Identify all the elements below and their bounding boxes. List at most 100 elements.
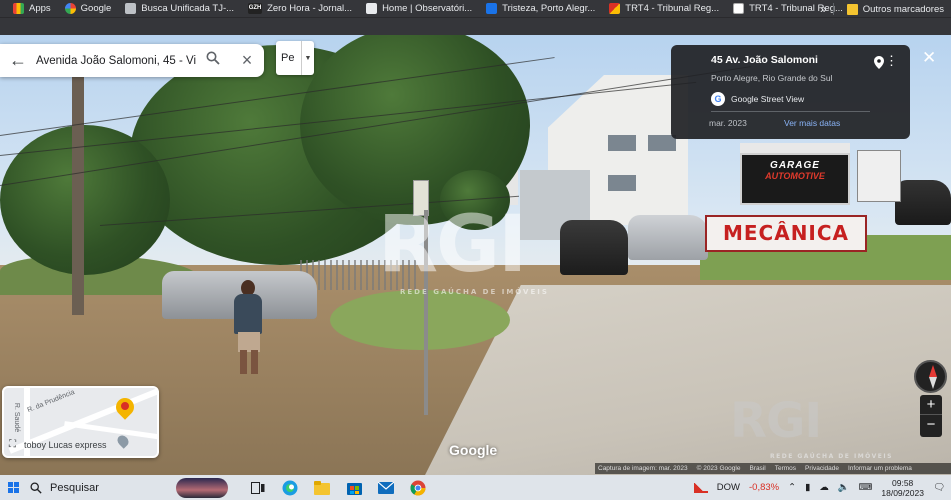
volume-icon[interactable]: 🔈	[838, 482, 850, 493]
chevron-down-icon: ▼	[301, 41, 314, 75]
bookmarks-bar: Apps Google Busca Unificada TJ-... GZH Ze…	[0, 0, 951, 18]
map-pin-icon[interactable]	[874, 56, 884, 72]
compass-icon[interactable]	[914, 360, 947, 393]
task-view-icon[interactable]	[242, 475, 274, 500]
bookmark-zero-hora[interactable]: GZH Zero Hora - Jornal...	[241, 0, 359, 17]
close-icon[interactable]: ×	[230, 50, 264, 71]
keyboard-icon[interactable]: ⌨	[859, 482, 873, 493]
bookmark-google[interactable]: Google	[58, 0, 119, 17]
clock[interactable]: 09:58 18/09/2023	[881, 478, 924, 498]
bookmark-label: Zero Hora - Jornal...	[267, 3, 353, 14]
taskbar-search[interactable]: Pesquisar	[26, 475, 176, 500]
place-label: toboy Lucas express	[24, 440, 107, 450]
search-label: Pesquisar	[50, 481, 99, 494]
more-dates-link[interactable]: Ver mais datas	[784, 118, 840, 128]
bookmark-label: Apps	[29, 3, 51, 14]
language-value: Pe	[281, 52, 295, 64]
search-icon	[30, 481, 42, 494]
garage-sign: GARAGE AUTOMOTIVE	[740, 153, 850, 205]
bookmark-label: Busca Unificada TJ-...	[141, 3, 235, 14]
pegman-dot	[121, 402, 129, 410]
back-arrow-icon[interactable]: ←	[0, 50, 36, 71]
minimap[interactable]: R. da Prudência R. Saudé ⛶ toboy Lucas e…	[2, 386, 159, 458]
search-box: ← Avenida João Salomoni, 45 - Vi ×	[0, 44, 264, 77]
trt-icon	[609, 3, 621, 14]
terms-link[interactable]: Termos	[775, 465, 796, 472]
source-row: G Google Street View	[711, 92, 900, 106]
pedestrian	[228, 280, 268, 375]
chrome-icon[interactable]	[402, 475, 434, 500]
zoom-in-button[interactable]: +	[920, 395, 942, 415]
folder-label: Outros marcadores	[862, 3, 944, 15]
battery-icon[interactable]: ▮	[805, 482, 810, 493]
bookmark-trt4-1[interactable]: TRT4 - Tribunal Reg...	[602, 0, 726, 17]
expand-icon[interactable]: ⛶	[9, 439, 16, 450]
more-bookmarks-button[interactable]: »	[820, 2, 827, 16]
clock-date: 18/09/2023	[881, 487, 924, 498]
zoom-control: + −	[920, 395, 942, 437]
stock-name[interactable]: DOW	[717, 482, 740, 493]
bookmark-apps[interactable]: Apps	[6, 0, 58, 17]
country-link[interactable]: Brasil	[749, 465, 765, 472]
bookmark-label: TRT4 - Tribunal Reg...	[625, 3, 720, 14]
watermark-subtitle: REDE GAÚCHA DE IMÓVEIS	[400, 288, 549, 296]
source-label: Google Street View	[731, 94, 805, 104]
trt-icon	[733, 3, 745, 14]
google-g-icon: G	[711, 92, 725, 106]
other-bookmarks-folder[interactable]: Outros marcadores	[840, 0, 951, 17]
google-logo: Google	[449, 442, 498, 458]
notification-icon[interactable]: 🗨	[933, 482, 945, 493]
street-label: R. Saudé	[13, 402, 21, 433]
watermark-subtitle-corner: REDE GAÚCHA DE IMÓVEIS	[770, 453, 893, 460]
report-link[interactable]: Informar um problema	[848, 465, 912, 472]
copyright: © 2023 Google	[696, 465, 741, 472]
garage-sign-line2: AUTOMOTIVE	[765, 171, 825, 181]
location-subtitle: Porto Alegre, Rio Grande do Sul	[711, 73, 833, 83]
stock-chart-icon	[693, 482, 708, 493]
zoom-out-button[interactable]: −	[920, 415, 942, 435]
document-icon	[125, 3, 137, 14]
close-street-view-icon[interactable]: ✕	[922, 48, 936, 68]
stock-change[interactable]: -0,83%	[749, 482, 779, 493]
bookmark-observatorio[interactable]: Home | Observatóri...	[359, 0, 479, 17]
red-car	[895, 180, 951, 225]
attribution-bar: Captura de imagem: mar. 2023 © 2023 Goog…	[595, 463, 951, 474]
location-info-card: 45 Av. João Salomoni Porto Alegre, Rio G…	[671, 45, 910, 139]
google-icon	[64, 3, 76, 14]
bookmark-label: Google	[80, 3, 112, 14]
network-icon[interactable]: ☁	[819, 482, 829, 493]
chevron-up-icon[interactable]: ⌃	[788, 482, 796, 493]
gzh-icon: GZH	[248, 3, 263, 14]
location-title: 45 Av. João Salomoni	[711, 54, 818, 66]
bookmark-busca-unificada[interactable]: Busca Unificada TJ-...	[118, 0, 241, 17]
place-marker-icon	[115, 433, 131, 449]
search-input[interactable]: Avenida João Salomoni, 45 - Vi	[36, 55, 196, 67]
bookmark-label: Home | Observatóri...	[382, 3, 473, 14]
mail-icon[interactable]	[370, 475, 402, 500]
utility-pole	[72, 75, 84, 315]
home-page-icon	[366, 3, 378, 14]
divider	[832, 3, 834, 15]
grass	[330, 290, 510, 350]
sign-header	[740, 143, 850, 153]
edge-icon[interactable]	[274, 475, 306, 500]
tree	[0, 125, 170, 275]
search-icon[interactable]	[196, 51, 230, 70]
folder-icon	[846, 3, 858, 15]
language-dropdown[interactable]: Pe ▼	[276, 41, 314, 75]
dark-car	[560, 220, 628, 275]
windows-start-icon[interactable]	[0, 482, 26, 493]
privacy-link[interactable]: Privacidade	[805, 465, 839, 472]
file-explorer-icon[interactable]	[306, 475, 338, 500]
garage-sign-line1: GARAGE	[770, 160, 820, 171]
more-options-icon[interactable]: ⋮	[885, 54, 898, 67]
bookmark-tristeza[interactable]: Tristeza, Porto Alegr...	[479, 0, 602, 17]
watermark-logo-corner: RGI	[730, 393, 822, 449]
store-icon[interactable]	[338, 475, 370, 500]
taskbar: Pesquisar DOW -0,83% ⌃ ▮ ☁ 🔈 ⌨ 09:58 18/…	[0, 475, 951, 500]
system-tray: DOW -0,83% ⌃ ▮ ☁ 🔈 ⌨ 09:58 18/09/2023 🗨	[693, 475, 951, 500]
search-highlight-image[interactable]	[176, 477, 228, 498]
map-road	[64, 421, 157, 440]
bookmark-label: Tristeza, Porto Alegr...	[502, 3, 596, 14]
small-sign	[857, 150, 901, 202]
